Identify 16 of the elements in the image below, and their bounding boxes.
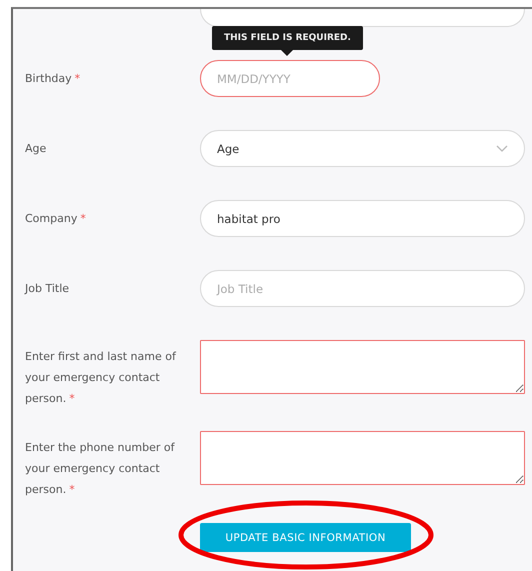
field-label: Age [25, 141, 48, 157]
text-area[interactable] [200, 431, 525, 485]
select-field[interactable]: Age [200, 130, 525, 167]
chevron-down-icon [496, 145, 508, 152]
field-label: Birthday * [25, 71, 82, 87]
field-label: Job Title [25, 281, 70, 297]
select-field[interactable] [200, 9, 525, 27]
error-tooltip: THIS FIELD IS REQUIRED. [212, 26, 363, 56]
text-field[interactable]: Job Title [200, 270, 525, 307]
update-button[interactable]: UPDATE BASIC INFORMATION [200, 523, 411, 552]
field-label: Enter the phone number of your emergency contact person. * [25, 440, 176, 498]
text-field[interactable]: habitat pro [200, 200, 525, 237]
date-field[interactable]: MM/DD/YYYY [200, 60, 380, 97]
text-area[interactable] [200, 340, 525, 394]
field-label: Enter first and last name of your emergency contact person. * [25, 349, 178, 407]
field-label: Company * [25, 211, 87, 227]
